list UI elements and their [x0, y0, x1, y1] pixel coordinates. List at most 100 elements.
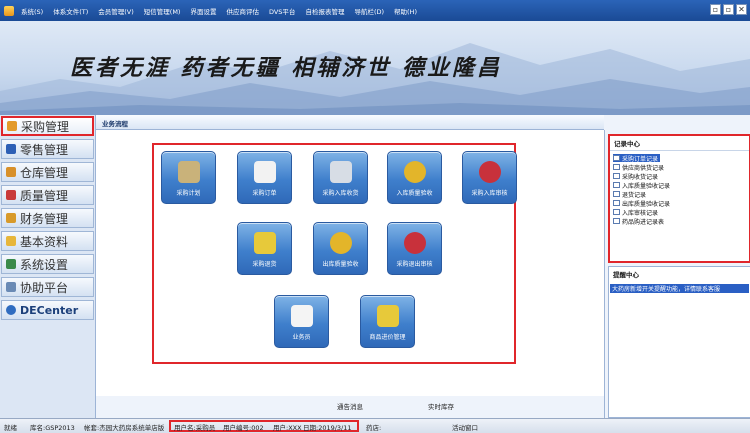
right-panel: 记录中心 采购订单记录 供应商供货记录 采购收货记录 入库质量验收记录 退货记录… — [604, 130, 750, 418]
record-label: 药品购进记录表 — [622, 218, 665, 226]
menu-supplier-eval[interactable]: 供应商评估 — [221, 6, 264, 16]
record-icon — [613, 182, 620, 188]
purchase-plan-icon — [178, 161, 200, 183]
status-user-type: 用户:XXX — [273, 424, 302, 432]
quality-icon — [6, 190, 16, 200]
restore-button[interactable]: ▫ — [723, 4, 734, 15]
menu-system[interactable]: 系统(S) — [16, 6, 48, 16]
sidebar-item-label: 质量管理 — [20, 188, 69, 203]
record-item[interactable]: 退货记录 — [613, 190, 646, 199]
outbound-inspect-icon — [330, 232, 352, 254]
record-label: 采购订单记录 — [622, 155, 659, 163]
sidebar-item-label: 协助平台 — [20, 280, 69, 295]
record-icon — [613, 173, 620, 179]
menu-members[interactable]: 会员管理(V) — [93, 6, 139, 16]
purchase-return-button[interactable]: 采购退货 — [237, 222, 292, 275]
button-label: 采购计划 — [176, 190, 201, 197]
sidebar-item-finance[interactable]: 财务管理 — [1, 208, 94, 228]
purchase-return-icon — [254, 232, 276, 254]
record-item[interactable]: 出库质量验收记录 — [613, 199, 671, 208]
record-item[interactable]: 供应商供货记录 — [613, 163, 664, 172]
sidebar-item-label: 仓库管理 — [20, 165, 69, 180]
status-date: 日期:2019/3/11 — [303, 424, 352, 432]
sidebar-item-assist[interactable]: 协助平台 — [1, 277, 94, 297]
sidebar-item-warehouse[interactable]: 仓库管理 — [1, 162, 94, 182]
record-icon — [613, 164, 620, 170]
purchase-receive-icon — [330, 161, 352, 183]
sidebar-item-label: DECenter — [20, 303, 79, 317]
salesman-button[interactable]: 业务员 — [274, 295, 329, 348]
sidebar-item-decenter[interactable]: DECenter — [1, 300, 94, 320]
button-label: 商品进价管理 — [369, 334, 406, 341]
status-store: 药店: — [366, 424, 382, 432]
settings-icon — [6, 259, 16, 269]
record-icon — [613, 218, 620, 224]
record-item[interactable]: 药品购进记录表 — [613, 217, 665, 226]
sidebar-item-label: 基本资料 — [20, 234, 69, 249]
button-label: 采购退出审核 — [396, 261, 433, 268]
price-manage-button[interactable]: 商品进价管理 — [360, 295, 415, 348]
purchase-receive-button[interactable]: 采购入库收货 — [313, 151, 368, 204]
menu-system-docs[interactable]: 体系文件(T) — [48, 6, 93, 16]
bottom-labels: 通告消息 实时库存 — [96, 396, 604, 418]
sidebar-item-purchase[interactable]: 采购管理 — [1, 116, 94, 136]
status-active-window[interactable]: 活动窗口 — [452, 422, 478, 432]
sidebar-item-label: 系统设置 — [20, 257, 69, 272]
record-label: 入库审核记录 — [622, 209, 659, 217]
sidebar-item-retail[interactable]: 零售管理 — [1, 139, 94, 159]
page-title: 业务流程 — [102, 120, 128, 128]
salesman-icon — [291, 305, 313, 327]
status-bar: 就绪 库名:GSP2013 帐套:杰园大药房系统单店版 用户名:采购员 用户编号… — [0, 418, 750, 433]
record-center: 记录中心 采购订单记录 供应商供货记录 采购收货记录 入库质量验收记录 退货记录… — [608, 134, 750, 263]
basic-data-icon — [6, 236, 16, 246]
announcement-label[interactable]: 通告消息 — [337, 401, 363, 411]
sidebar-item-settings[interactable]: 系统设置 — [1, 254, 94, 274]
decenter-icon — [6, 305, 16, 315]
reminder-message[interactable]: 大药房新增开关提醒功能，详情联系客服 — [610, 284, 749, 293]
status-db: 库名:GSP2013 — [30, 424, 75, 432]
realtime-stock-label[interactable]: 实时库存 — [428, 401, 454, 411]
status-user: 用户名:采购员 — [174, 424, 216, 432]
return-audit-button[interactable]: 采购退出审核 — [387, 222, 442, 275]
menu-help[interactable]: 帮助(H) — [389, 6, 422, 16]
button-label: 入库质量验收 — [396, 190, 433, 197]
sidebar-item-quality[interactable]: 质量管理 — [1, 185, 94, 205]
record-icon — [613, 155, 620, 161]
record-item[interactable]: 入库审核记录 — [613, 208, 659, 217]
menu-self-check[interactable]: 自检报表管理 — [300, 6, 349, 16]
sidebar-item-basic-data[interactable]: 基本资料 — [1, 231, 94, 251]
record-center-title: 记录中心 — [610, 136, 749, 151]
sidebar-item-label: 零售管理 — [20, 142, 69, 157]
menu-dvs[interactable]: DVS平台 — [264, 6, 300, 16]
button-label: 采购退货 — [252, 261, 277, 268]
purchase-audit-icon — [479, 161, 501, 183]
button-label: 采购订单 — [252, 190, 277, 197]
inbound-inspect-button[interactable]: 入库质量验收 — [387, 151, 442, 204]
status-account: 帐套:杰园大药房系统单店版 — [84, 424, 165, 432]
app-logo-icon — [4, 5, 14, 16]
button-label: 采购入库审核 — [471, 190, 508, 197]
purchase-order-icon — [254, 161, 276, 183]
main-title-bar: 业务流程 — [96, 115, 604, 130]
purchase-audit-button[interactable]: 采购入库审核 — [462, 151, 517, 204]
close-button[interactable]: ✕ — [736, 4, 747, 15]
status-user-no: 用户编号:002 — [223, 424, 264, 432]
purchase-order-button[interactable]: 采购订单 — [237, 151, 292, 204]
record-item[interactable]: 采购收货记录 — [613, 172, 659, 181]
purchase-plan-button[interactable]: 采购计划 — [161, 151, 216, 204]
finance-icon — [6, 213, 16, 223]
record-label: 采购收货记录 — [622, 173, 659, 181]
record-label: 出库质量验收记录 — [622, 200, 671, 208]
record-item[interactable]: 采购订单记录 — [613, 154, 661, 163]
retail-icon — [6, 144, 16, 154]
sidebar: 采购管理 零售管理 仓库管理 质量管理 财务管理 基本资料 系统设置 协助平台 … — [0, 115, 96, 418]
record-item[interactable]: 入库质量验收记录 — [613, 181, 670, 190]
menu-sms[interactable]: 短信管理(M) — [139, 6, 186, 16]
outbound-inspect-button[interactable]: 出库质量验收 — [313, 222, 368, 275]
assist-icon — [6, 282, 16, 292]
record-icon — [613, 200, 620, 206]
minimize-button[interactable]: ▫ — [710, 4, 721, 15]
menu-ui-settings[interactable]: 界面设置 — [185, 6, 221, 16]
menu-navbar[interactable]: 导航栏(D) — [349, 6, 389, 16]
reminder-center: 提醒中心 大药房新增开关提醒功能，详情联系客服 — [608, 266, 750, 418]
